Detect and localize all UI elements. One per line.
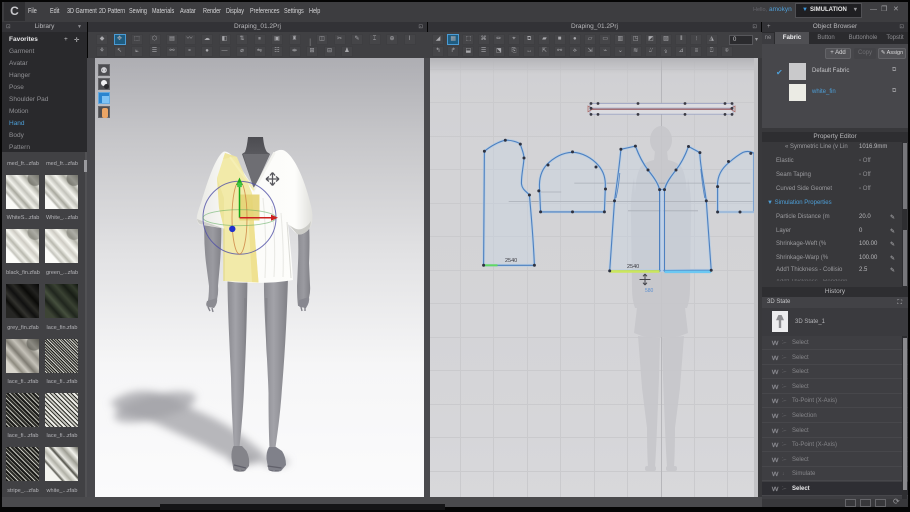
svg-text:580: 580: [645, 288, 654, 294]
svg-text:2540: 2540: [627, 264, 639, 270]
svg-text:2540: 2540: [505, 258, 517, 264]
